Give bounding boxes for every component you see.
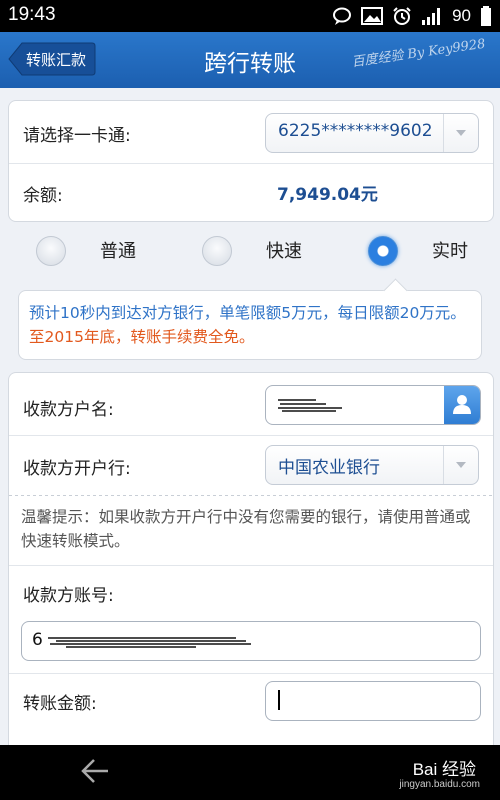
payee-account-input[interactable]: 6 — [21, 621, 481, 661]
system-nav-bar: Bai 经验 jingyan.baidu.com — [0, 745, 500, 800]
radio-realtime[interactable] — [368, 236, 398, 266]
payee-name-label: 收款方户名: — [23, 400, 114, 420]
signal-icon — [422, 8, 441, 25]
radio-fast-label[interactable]: 快速 — [266, 237, 302, 263]
person-icon — [453, 395, 471, 414]
payee-name-input[interactable] — [265, 385, 481, 425]
info-caret — [383, 278, 408, 303]
contact-picker-button[interactable] — [444, 386, 480, 424]
payee-bank-select[interactable]: 中国农业银行 — [265, 445, 479, 485]
chevron-down-icon — [456, 462, 466, 468]
redacted-account — [48, 637, 251, 648]
battery-level: 90 — [452, 6, 471, 25]
divider — [9, 163, 493, 164]
payee-account-prefix: 6 — [32, 630, 43, 650]
card-number-value: 6225********9602 — [278, 121, 433, 141]
info-text-blue: 预计10秒内到达对方银行，单笔限额5万元，每日限额20万元。 — [29, 304, 466, 322]
redacted-name — [278, 399, 342, 412]
radio-fast[interactable] — [202, 236, 232, 266]
amount-label: 转账金额: — [23, 694, 97, 714]
title-bar: 转账汇款 跨行转账 百度经验 By Key9928 — [0, 32, 500, 88]
chat-icon — [333, 7, 352, 25]
card-select-label: 请选择一卡通: — [23, 126, 131, 146]
status-bar: 19:43 90 — [0, 0, 500, 32]
card-dropdown-button[interactable] — [443, 114, 478, 152]
payee-bank-value: 中国农业银行 — [278, 458, 380, 478]
amount-input[interactable] — [265, 681, 481, 721]
baidu-url: jingyan.baidu.com — [399, 779, 480, 790]
chevron-down-icon — [456, 130, 466, 136]
alarm-icon — [393, 7, 411, 25]
status-icons: 90 — [332, 5, 492, 27]
account-card: 请选择一卡通: 6225********9602 余额: 7,949.04元 — [8, 100, 494, 222]
battery-icon — [481, 6, 491, 26]
image-icon — [361, 7, 384, 25]
radio-normal-label[interactable]: 普通 — [100, 237, 136, 263]
text-cursor — [278, 690, 280, 710]
radio-realtime-label[interactable]: 实时 — [432, 237, 468, 263]
bank-dropdown-button[interactable] — [443, 446, 478, 484]
payee-bank-label: 收款方开户行: — [23, 459, 131, 479]
radio-normal[interactable] — [36, 236, 66, 266]
status-time: 19:43 — [8, 4, 56, 25]
transfer-info-box: 预计10秒内到达对方银行，单笔限额5万元，每日限额20万元。至2015年底，转账… — [18, 278, 482, 360]
warm-tip-text: 温馨提示：如果收款方开户行中没有您需要的银行，请使用普通或快速转账模式。 — [21, 508, 471, 550]
divider — [9, 565, 493, 566]
transfer-info-text: 预计10秒内到达对方银行，单笔限额5万元，每日限额20万元。至2015年底，转账… — [29, 301, 473, 349]
info-text-red: 至2015年底，转账手续费全免。 — [29, 328, 255, 346]
divider — [9, 673, 493, 674]
balance-label: 余额: — [23, 186, 63, 206]
divider — [9, 435, 493, 436]
payee-card: 收款方户名: 收款方开户行: 中国农业银行 温馨提示：如果收款方开户行中没有您需… — [8, 372, 494, 753]
card-number-select[interactable]: 6225********9602 — [265, 113, 479, 153]
balance-value: 7,949.04元 — [277, 185, 378, 205]
baidu-logo: Bai 经验 — [412, 760, 476, 779]
divider — [9, 495, 493, 496]
payee-account-label: 收款方账号: — [23, 586, 114, 606]
back-arrow-icon[interactable] — [80, 757, 110, 785]
